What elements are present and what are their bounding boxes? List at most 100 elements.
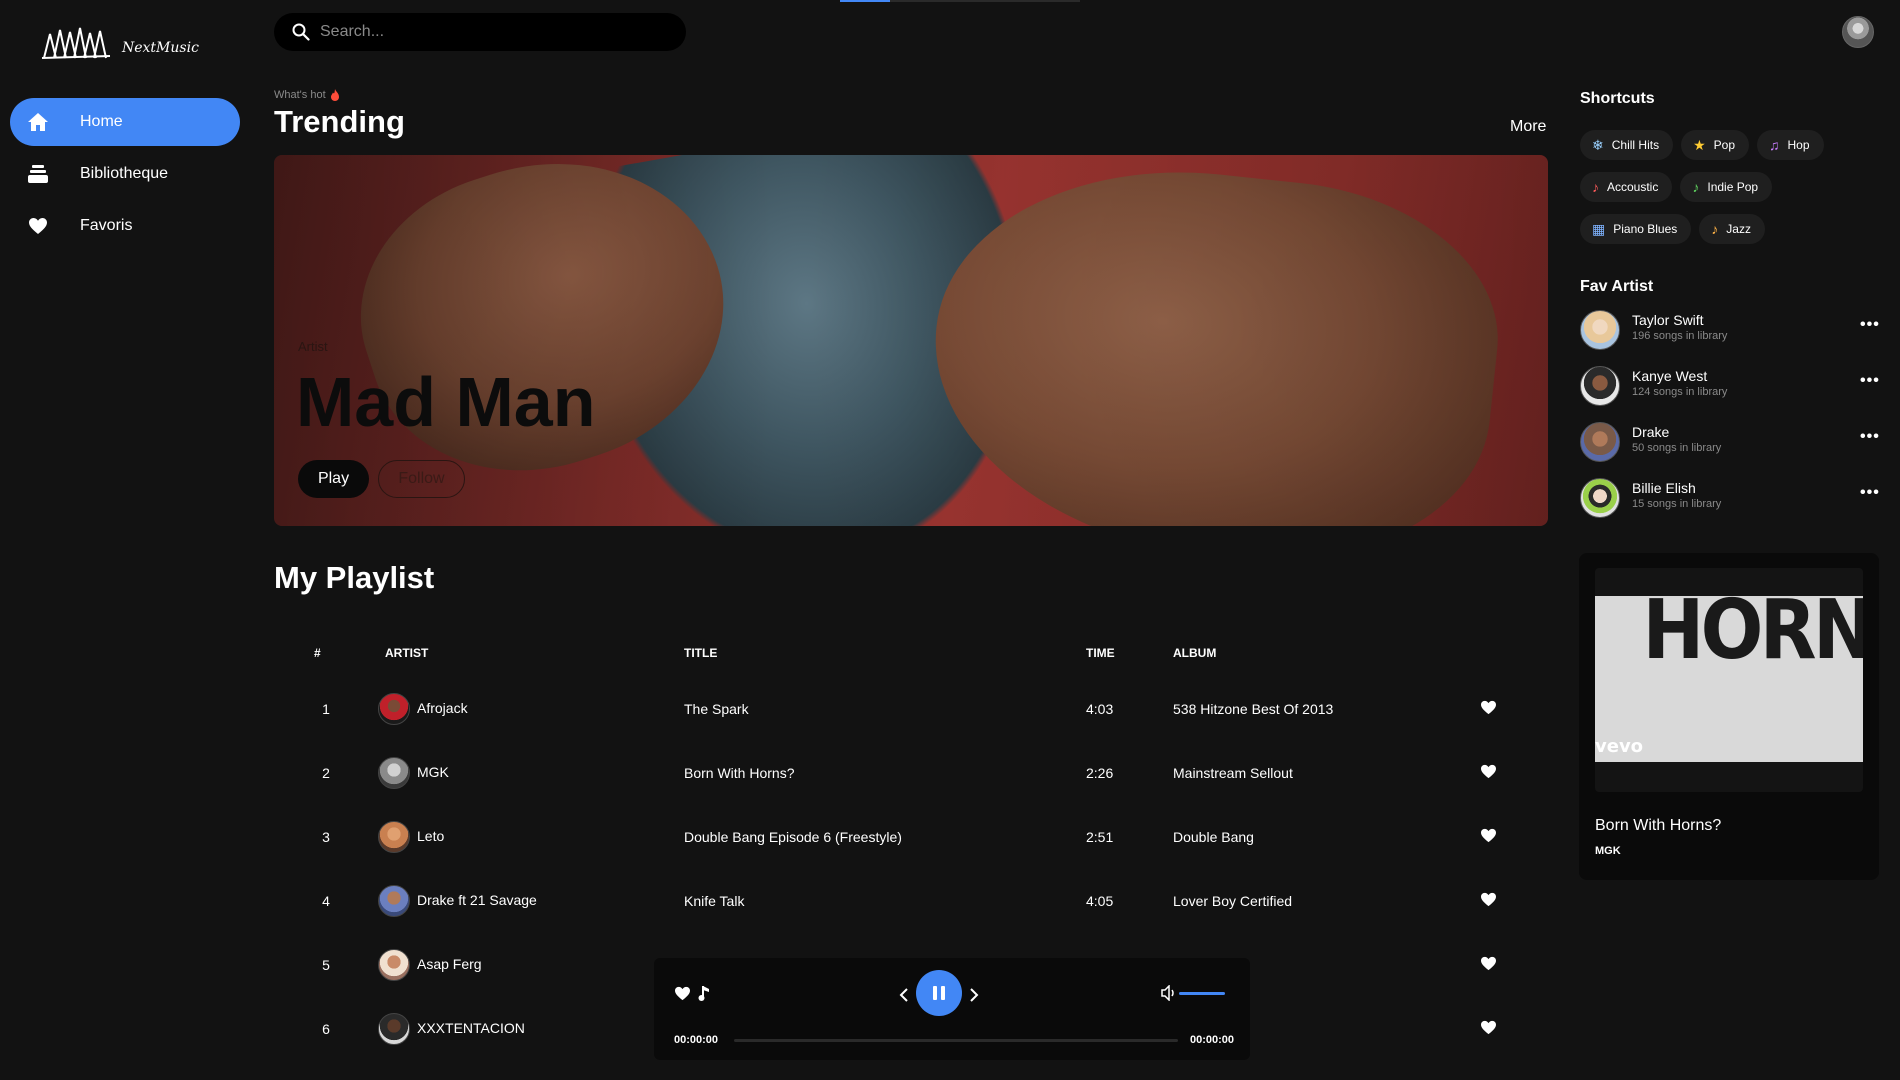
trending-eyebrow: What's hot	[274, 89, 340, 101]
fav-artist-item[interactable]: Billie Elish 15 songs in library •••	[1580, 476, 1880, 520]
shortcut-hop[interactable]: ♫ Hop	[1757, 130, 1824, 160]
fav-artist-item[interactable]: Kanye West 124 songs in library •••	[1580, 364, 1880, 408]
shortcut-accoustic[interactable]: ♪ Accoustic	[1580, 172, 1673, 202]
like-heart-icon[interactable]	[1480, 700, 1497, 715]
table-row[interactable]: 1 Afrojack The Spark 4:03 538 Hitzone Be…	[274, 684, 1548, 734]
more-options-icon[interactable]: •••	[1860, 428, 1880, 446]
artist-thumbnail	[378, 821, 410, 853]
shortcut-chill-hits[interactable]: ❄ Chill Hits	[1580, 130, 1674, 160]
row-time: 4:05	[1086, 893, 1114, 909]
col-header-artist[interactable]: ARTIST	[385, 646, 428, 660]
shortcut-pop[interactable]: ★ Pop	[1681, 130, 1749, 160]
col-header-title[interactable]: TITLE	[684, 646, 717, 660]
pause-icon	[933, 986, 945, 1000]
more-options-icon[interactable]: •••	[1860, 316, 1880, 334]
piano-logo-icon	[41, 27, 111, 59]
progress-bar[interactable]	[734, 1039, 1178, 1042]
like-heart-icon[interactable]	[1480, 828, 1497, 843]
row-time: 4:03	[1086, 701, 1114, 717]
fav-artist-name: Drake	[1632, 424, 1670, 440]
now-playing-title: Born With Horns?	[1595, 817, 1722, 834]
like-heart-icon[interactable]	[1480, 1020, 1497, 1035]
artist-thumbnail	[378, 885, 410, 917]
like-heart-icon[interactable]	[1480, 764, 1497, 779]
search-input[interactable]	[320, 23, 660, 41]
row-number: 6	[322, 1021, 330, 1037]
col-header-time[interactable]: TIME	[1086, 646, 1115, 660]
row-number: 2	[322, 765, 330, 781]
hero-artist-name: Mad Man	[296, 363, 596, 441]
album-art-image: HORNS vevo	[1595, 596, 1863, 762]
heart-icon[interactable]	[674, 986, 691, 1001]
row-artist: Asap Ferg	[417, 956, 482, 972]
row-title: Double Bang Episode 6 (Freestyle)	[684, 829, 902, 845]
shortcut-piano-blues[interactable]: ▦ Piano Blues	[1580, 214, 1692, 244]
row-number: 1	[322, 701, 330, 717]
sidebar-item-label: Bibliotheque	[80, 165, 169, 182]
trending-title: Trending	[274, 104, 405, 139]
user-avatar[interactable]	[1842, 16, 1874, 48]
row-album: Lover Boy Certified	[1173, 893, 1293, 909]
snowflake-icon: ❄	[1592, 137, 1604, 153]
row-album: Double Bang	[1173, 829, 1254, 845]
fav-artist-count: 124 songs in library	[1632, 386, 1728, 398]
sidebar-item-label: Home	[80, 113, 123, 130]
shortcut-jazz[interactable]: ♪ Jazz	[1699, 214, 1765, 244]
artist-thumbnail	[378, 949, 410, 981]
shortcuts-title: Shortcuts	[1580, 90, 1655, 107]
fav-artist-item[interactable]: Taylor Swift 196 songs in library •••	[1580, 308, 1880, 352]
sidebar-item-home[interactable]: Home	[10, 98, 240, 146]
row-title: Born With Horns?	[684, 765, 795, 781]
pause-button[interactable]	[916, 970, 962, 1016]
col-header-num: #	[314, 646, 321, 660]
fav-artist-count: 15 songs in library	[1632, 498, 1722, 510]
shortcut-indie-pop[interactable]: ♪ Indie Pop	[1680, 172, 1773, 202]
previous-icon[interactable]	[899, 987, 909, 1003]
follow-button[interactable]: Follow	[378, 460, 465, 498]
more-options-icon[interactable]: •••	[1860, 484, 1880, 502]
play-button[interactable]: Play	[298, 460, 369, 498]
artist-avatar	[1580, 478, 1620, 518]
row-number: 4	[322, 893, 330, 909]
sidebar-item-favoris[interactable]: Favoris	[10, 202, 240, 250]
row-time: 2:51	[1086, 829, 1114, 845]
artist-avatar	[1580, 422, 1620, 462]
album-art-text: HORNS	[1642, 596, 1863, 678]
artist-thumbnail	[378, 1013, 410, 1045]
table-row[interactable]: 3 Leto Double Bang Episode 6 (Freestyle)…	[274, 812, 1548, 862]
app-logo[interactable]: NextMusic	[40, 24, 199, 64]
fav-artist-item[interactable]: Drake 50 songs in library •••	[1580, 420, 1880, 464]
now-playing-card[interactable]: HORNS vevo Born With Horns? MGK	[1579, 553, 1879, 880]
table-row[interactable]: 2 MGK Born With Horns? 2:26 Mainstream S…	[274, 748, 1548, 798]
music-note-icon: ♫	[1769, 137, 1780, 153]
col-header-album[interactable]: ALBUM	[1173, 646, 1216, 660]
hero-banner: Artist Mad Man Play Follow	[274, 155, 1548, 526]
time-elapsed: 00:00:00	[674, 1034, 719, 1046]
row-title: Knife Talk	[684, 893, 745, 909]
player-bar: 00:00:00 00:00:00	[654, 958, 1250, 1060]
more-link[interactable]: More	[1510, 118, 1546, 136]
heart-icon	[26, 214, 50, 238]
sidebar-item-bibliotheque[interactable]: Bibliotheque	[10, 150, 240, 198]
search-bar[interactable]	[274, 13, 686, 51]
shortcut-chips: ❄ Chill Hits ★ Pop ♫ Hop ♪ Accoustic ♪ I…	[1580, 130, 1880, 256]
fav-artist-name: Billie Elish	[1632, 480, 1696, 496]
hero-label: Artist	[298, 339, 328, 354]
sidebar-item-label: Favoris	[80, 217, 133, 234]
next-icon[interactable]	[969, 987, 979, 1003]
fav-artist-title: Fav Artist	[1580, 278, 1654, 295]
row-album: Mainstream Sellout	[1173, 765, 1293, 781]
artist-thumbnail	[378, 693, 410, 725]
volume-slider[interactable]	[1179, 992, 1225, 995]
sidebar-nav: Home Bibliotheque Favoris	[10, 98, 240, 254]
like-heart-icon[interactable]	[1480, 956, 1497, 971]
top-tab-indicator	[840, 0, 1080, 2]
more-options-icon[interactable]: •••	[1860, 372, 1880, 390]
row-artist: MGK	[417, 764, 449, 780]
table-row[interactable]: 4 Drake ft 21 Savage Knife Talk 4:05 Lov…	[274, 876, 1548, 926]
music-note-icon[interactable]	[698, 984, 710, 1002]
row-artist: Leto	[417, 828, 445, 844]
volume-icon[interactable]	[1161, 985, 1177, 1001]
search-icon	[292, 23, 310, 41]
like-heart-icon[interactable]	[1480, 892, 1497, 907]
